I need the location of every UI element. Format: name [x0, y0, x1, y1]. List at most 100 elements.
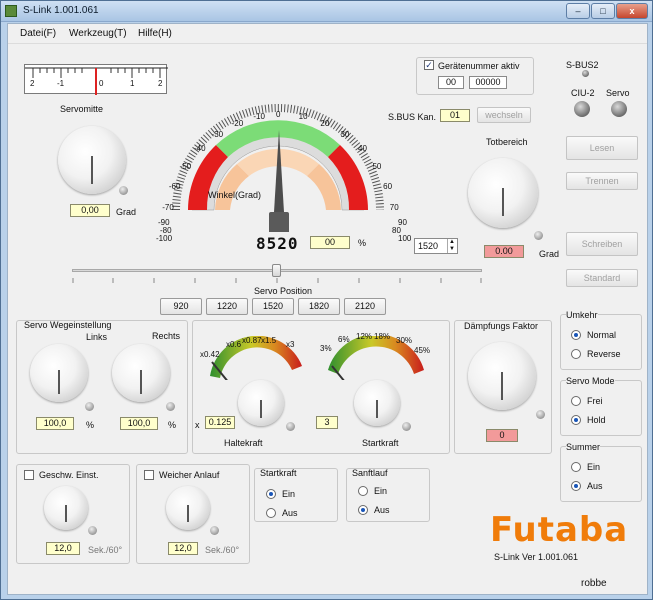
gauge-tick-label: -70: [162, 203, 174, 213]
weg-links-knob[interactable]: [30, 344, 88, 402]
geraetenummer-field1[interactable]: 00: [438, 76, 464, 89]
schreiben-button[interactable]: Schreiben: [566, 232, 638, 256]
haltekraft-mark: x0.87: [242, 336, 262, 345]
position-spinbox[interactable]: 1520 ▲ ▼: [414, 238, 458, 254]
haltekraft-mark: x1.5: [261, 336, 277, 345]
spin-up-icon[interactable]: ▲: [447, 239, 456, 246]
weg-rechts-led: [166, 402, 175, 411]
sanftlauf-ein-label: Ein: [374, 486, 388, 496]
servomitte-knob[interactable]: [58, 126, 126, 194]
geraetenummer-field2[interactable]: 00000: [469, 76, 507, 89]
angle-gauge: [172, 104, 384, 232]
startkraft-led: [402, 422, 411, 431]
startkraft-value[interactable]: 3: [316, 416, 338, 429]
preset-1220-button[interactable]: 1220: [206, 298, 248, 315]
daempfung-led: [536, 410, 545, 419]
gauge-tick-label: -20: [231, 118, 244, 128]
totbereich-unit: Grad: [539, 249, 560, 259]
sbus-channel-value[interactable]: 01: [440, 109, 470, 122]
haltekraft-knob[interactable]: [238, 380, 284, 426]
startkraft-ein-radio[interactable]: [266, 489, 276, 499]
daempfung-knob[interactable]: [468, 342, 536, 410]
gauge-tick-label: 100: [398, 234, 412, 243]
close-button[interactable]: x: [616, 3, 648, 19]
gauge-tick-label: -100: [156, 234, 173, 243]
slider-thumb[interactable]: [272, 264, 281, 277]
percent-unit: %: [358, 238, 367, 248]
geraetenummer-label: Gerätenummer aktiv: [438, 61, 520, 71]
gauge-tick-label: -60: [168, 181, 181, 191]
totbereich-knob[interactable]: [468, 158, 538, 228]
summer-ein-radio[interactable]: [571, 462, 581, 472]
weicher-checkbox[interactable]: [144, 470, 154, 480]
sbus-label: S.BUS Kan.: [388, 112, 437, 122]
preset-1520-button[interactable]: 1520: [252, 298, 294, 315]
servomitte-value[interactable]: 0,00: [70, 204, 110, 217]
gauge-tick-label: 50: [372, 161, 382, 171]
preset-920-button[interactable]: 920: [160, 298, 202, 315]
weg-links-unit: %: [86, 420, 95, 430]
startkraft-mark: 30%: [396, 336, 413, 345]
haltekraft-prefix: x: [195, 420, 200, 430]
minimize-button[interactable]: –: [566, 3, 590, 19]
gauge-tick-label: 30: [340, 129, 350, 139]
startkraft-knob[interactable]: [354, 380, 400, 426]
geschw-value[interactable]: 12,0: [46, 542, 80, 555]
scale-label: 2: [30, 79, 35, 88]
servo-mode-frei-radio[interactable]: [571, 396, 581, 406]
gauge-tick-label: -90: [158, 218, 170, 227]
lesen-button[interactable]: Lesen: [566, 136, 638, 160]
weg-links-value[interactable]: 100,0: [36, 417, 74, 430]
umkehr-normal-label: Normal: [587, 330, 617, 340]
umkehr-title: Umkehr: [566, 310, 598, 320]
haltekraft-value[interactable]: 0.125: [205, 416, 235, 429]
startkraft-label: Startkraft: [362, 438, 399, 448]
servo-mode-hold-label: Hold: [587, 415, 606, 425]
gauge-tick-label: 20: [320, 118, 330, 128]
trennen-button[interactable]: Trennen: [566, 172, 638, 190]
sanftlauf-aus-radio[interactable]: [358, 505, 368, 515]
weg-rechts-value[interactable]: 100,0: [120, 417, 158, 430]
weicher-knob[interactable]: [166, 486, 210, 530]
position-slider[interactable]: [72, 264, 482, 277]
daempfung-value[interactable]: 0: [486, 429, 518, 442]
title-bar: S-Link 1.001.061 – □ x: [1, 1, 652, 22]
geschw-knob[interactable]: [44, 486, 88, 530]
weg-title: Servo Wegeinstellung: [24, 320, 112, 330]
totbereich-value[interactable]: 0.00: [484, 245, 524, 258]
weg-rechts-unit: %: [168, 420, 177, 430]
servo-mode-hold-radio[interactable]: [571, 415, 581, 425]
menu-datei[interactable]: Datei(F): [20, 28, 56, 39]
geschw-unit: Sek./60°: [88, 545, 123, 555]
servo-position-label: Servo Position: [254, 286, 313, 296]
maximize-button[interactable]: □: [591, 3, 615, 19]
summer-aus-radio[interactable]: [571, 481, 581, 491]
preset-1820-button[interactable]: 1820: [298, 298, 340, 315]
window-title: S-Link 1.001.061: [23, 5, 99, 16]
gauge-center-label: Winkel(Grad): [208, 190, 262, 200]
sanftlauf-ein-radio[interactable]: [358, 486, 368, 496]
sbus2-indicator: [582, 70, 589, 77]
geschw-checkbox[interactable]: [24, 470, 34, 480]
umkehr-reverse-label: Reverse: [587, 349, 621, 359]
wechseln-button[interactable]: wechseln: [477, 107, 531, 123]
totbereich-label: Totbereich: [486, 137, 528, 147]
servomitte-label: Servomitte: [60, 104, 104, 114]
weicher-value[interactable]: 12,0: [168, 542, 198, 555]
geraetenummer-checkbox[interactable]: ✓: [424, 60, 434, 70]
menu-werkzeug[interactable]: Werkzeug(T): [69, 28, 127, 39]
umkehr-normal-radio[interactable]: [571, 330, 581, 340]
spin-down-icon[interactable]: ▼: [447, 246, 456, 253]
startkraft-group-title: Startkraft: [260, 468, 297, 478]
percent-value[interactable]: 00: [310, 236, 350, 249]
weg-links-label: Links: [86, 332, 108, 342]
preset-2120-button[interactable]: 2120: [344, 298, 386, 315]
scale-label: -1: [57, 79, 65, 88]
servo-mode-frei-label: Frei: [587, 396, 603, 406]
standard-button[interactable]: Standard: [566, 269, 638, 287]
startkraft-aus-radio[interactable]: [266, 508, 276, 518]
weg-rechts-knob[interactable]: [112, 344, 170, 402]
servo-mode-title: Servo Mode: [566, 376, 615, 386]
umkehr-reverse-radio[interactable]: [571, 349, 581, 359]
menu-hilfe[interactable]: Hilfe(H): [138, 28, 172, 39]
